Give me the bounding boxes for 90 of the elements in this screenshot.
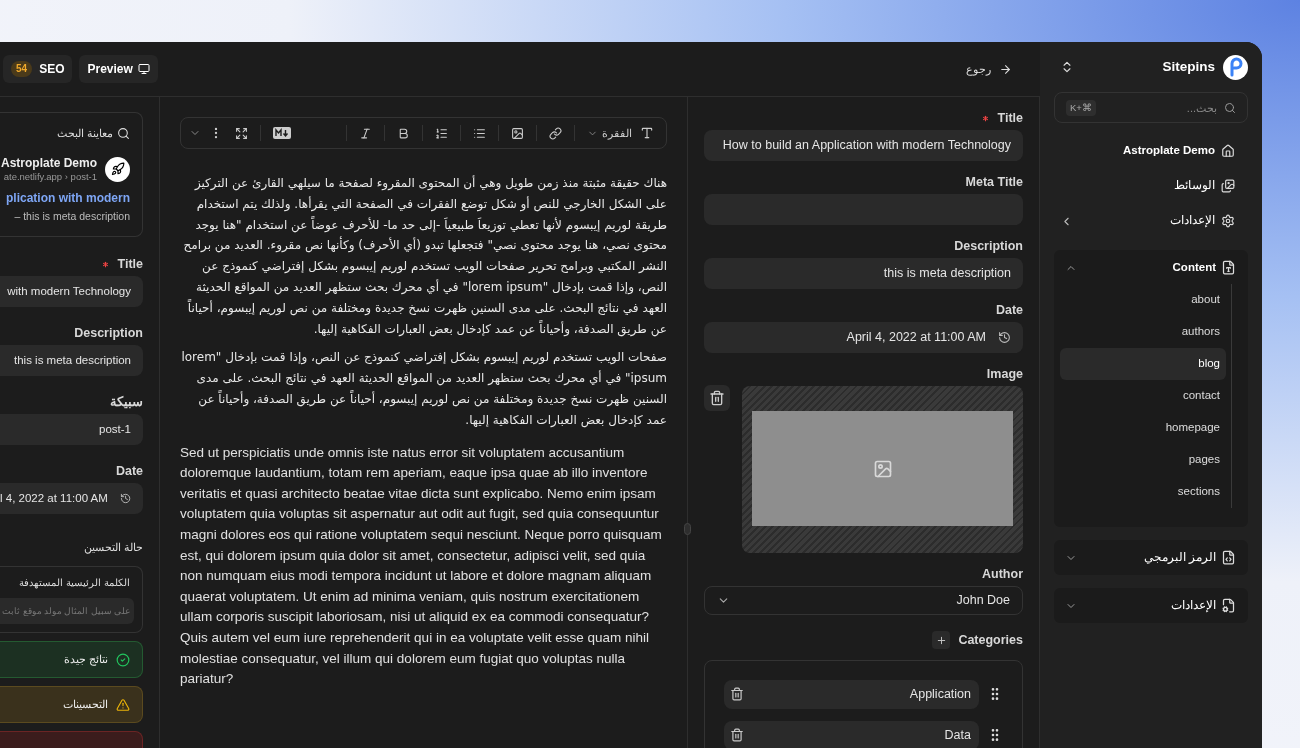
nav-item[interactable]: الإعدادات (1060, 211, 1235, 231)
image-icon (872, 458, 893, 479)
image-icon[interactable] (511, 126, 524, 140)
group-header[interactable]: الإعدادات (1060, 593, 1242, 618)
arabic-paragraph: صفحات الويب تستخدم لوريم إيبسوم بشكل إفتراضي كنموذج عن النص، وإذا قمت بإدخال "lorem ipsum" في أي محرك بحث ستظهر العديد من المواقع الحديثة العهد في نتائج البحث. على مدى السنين ظهرت نسخ جديدة ومختلفة من نص لوريم إيبسوم، أحياناً عن طريق الصدفة، وأحياناً عن عمد كإدخال بعض العبارات الفكاهية إليها. (180, 349, 667, 430)
preview-heading: معاينة البحث (56, 126, 113, 141)
field-label: سبيكة (110, 395, 143, 410)
rocket-logo-icon (105, 156, 130, 182)
shortcut-badge: K+⌘ (1066, 100, 1096, 117)
back-button[interactable]: رجوع (966, 60, 1012, 78)
content-item[interactable]: contact (1060, 380, 1226, 412)
site-url: ate.netlify.app › post-1 (3, 170, 97, 183)
file-text-icon (1221, 260, 1236, 275)
arabic-paragraph: هناك حقيقة مثبتة منذ زمن طويل وهي أن المحتوى المقروء لصفحة ما سيلهي القارئ عن التركيز على الشكل الخارجي للنص أو شكل توضع الفقرات في الصفحة التي يقرأها. ولذلك يتم استخدام طريقة لوريم إيبسوم لأنها تعطي توزيعاَ طبيعياَ -إلى حد ما- للأحرف عوضاً عن استخدام "هنا يوجد محتوى نصي، هنا يوجد محتوى نصي" فتجعلها تبدو (أي الأحرف) وكأنها نص مقروء. العديد من برامح النشر المكتبي وبرامح تحرير صفحات الويب تستخدم لوريم إيبسوم بشكل إفتراضي كنموذج عن النص، وإذا قمت بإدخال "lorem ipsum" في أي محرك بحث ستظهر العديد من المواقع الحديثة العهد في نتائج البحث. على مدى السنين ظهرت نسخ جديدة ومختلفة من نص لوريم إيبسوم، أحياناً عن طريق الصدفة، وأحياناً عن عمد كإدخال بعض العبارات الفكاهية إليها. (182, 174, 667, 339)
score-badge: 54 (11, 61, 33, 77)
field-label: Description (954, 239, 1023, 253)
text-field[interactable]: How to build an Application with modern Technology (704, 130, 1023, 161)
search-icon (1224, 102, 1236, 114)
resize-handle[interactable] (684, 523, 691, 535)
select-field[interactable]: John Doe (704, 586, 1023, 615)
trash-icon (709, 390, 725, 406)
date-field[interactable]: l 4, 2022 at 11:00 AM (0, 483, 143, 515)
required-icon (980, 113, 990, 123)
link-icon[interactable] (549, 126, 562, 140)
clock-icon (998, 331, 1011, 344)
field-label: Author (982, 567, 1023, 581)
italic-icon[interactable] (359, 126, 372, 140)
keyword-field[interactable]: على سبيل المثال مولد موقع ثابت (0, 598, 134, 624)
file-code-icon (1221, 550, 1236, 565)
numbered-list-icon[interactable] (435, 126, 448, 140)
brand-logo (1223, 54, 1248, 80)
field-label: Date (995, 303, 1023, 317)
seo-button[interactable]: 54 SEO (3, 55, 73, 83)
preview-title: plication with modern (6, 189, 130, 207)
text-field[interactable]: this is meta description (0, 345, 143, 377)
result-bar[interactable]: نتائج جيدة (0, 641, 143, 678)
images-icon (1221, 179, 1235, 193)
nav-item[interactable]: Astroplate Demo (1060, 141, 1235, 161)
body-paragraph: Sed ut perspiciatis unde omnis iste natus error sit voluptatem accusantium doloremque laudantium, totam rem aperiam, eaque ipsa quae ab illo inventore veritatis et quasi architecto beatae vitae dicta sunt explicabo. Nemo enim ipsam voluptatem quia voluptas sit aspernatur aut odit aut fugit, sed quia consequuntur magni dolores eos qui ratione voluptatem sequi nesciunt. Neque porro quisquam est, qui dolorem ipsum quia dolor sit amet, consectetur, adipisci velit, sed quia non numquam eius modi tempora incidunt ut labore et dolore magnam aliquam quaerat voluptatem. Ut enim ad minima veniam, quis nostrum exercitationem ullam corporis suscipit laboriosam, nisi ut aliquid ex ea commodi consequatur? Quis autem vel eum iure reprehenderit qui in ea voluptate velit esse quam nihil molestiae consequatur, vel illum qui dolorem eum fugiat quo voluptas nulla pariatur? (180, 443, 663, 689)
text-field[interactable]: this is meta description (704, 258, 1023, 289)
content-item[interactable]: about (1060, 284, 1226, 316)
category-item[interactable]: Application (724, 679, 979, 709)
field-label: Meta Title (965, 175, 1023, 189)
markdown-icon[interactable] (273, 127, 291, 139)
field-label: Date (115, 464, 143, 479)
image-dropzone[interactable] (742, 386, 1023, 553)
warning-icon (116, 697, 130, 712)
content-item[interactable]: homepage (1060, 412, 1226, 444)
preview-button[interactable]: Preview (79, 55, 158, 83)
settings-icon (1221, 214, 1235, 228)
bullet-list-icon[interactable] (473, 126, 486, 140)
field-label: Description (74, 326, 143, 341)
field-label: Image (986, 367, 1023, 381)
arrow-right-icon (999, 62, 1012, 76)
preview-description: – this is meta description (14, 208, 130, 224)
check-circle-icon (116, 652, 130, 667)
plus-icon (935, 634, 947, 646)
field-label: Title (117, 257, 143, 272)
content-item[interactable]: sections (1060, 476, 1226, 508)
keyword-label: الكلمة الرئيسية المستهدفة (19, 576, 131, 590)
date-field[interactable]: April 4, 2022 at 11:00 AM (704, 322, 1023, 353)
home-icon (1221, 144, 1235, 158)
monitor-icon (137, 63, 150, 75)
delete-button[interactable] (704, 385, 730, 411)
content-item[interactable]: blog (1060, 348, 1226, 380)
field-label: Title (997, 111, 1023, 125)
result-bar[interactable]: التحسينات (0, 686, 143, 723)
trash-icon[interactable] (730, 687, 744, 702)
category-item[interactable]: Data (724, 720, 979, 748)
group-header[interactable]: Content (1060, 255, 1242, 280)
nav-item[interactable]: الوسائط (1060, 176, 1235, 196)
site-name: Astroplate Demo (0, 155, 97, 170)
text-field[interactable]: post-1 (0, 414, 143, 446)
fullscreen-icon[interactable] (235, 126, 248, 140)
text-field[interactable]: with modern Technology (0, 276, 143, 308)
group-header[interactable]: الرمز البرمجي (1060, 545, 1242, 570)
paragraph-style-dropdown[interactable]: الفقرة (587, 124, 632, 142)
section-heading: حالة التحسين (83, 540, 143, 556)
bold-icon[interactable] (397, 126, 410, 140)
clock-icon (119, 492, 131, 506)
add-category-button[interactable] (932, 631, 951, 650)
file-settings-icon (1221, 598, 1236, 613)
required-icon (100, 259, 110, 269)
field-label: Categories (958, 632, 1023, 649)
text-size-icon[interactable] (640, 126, 654, 140)
trash-icon[interactable] (730, 728, 744, 743)
content-item[interactable]: authors (1060, 316, 1226, 348)
search-icon (117, 126, 130, 140)
content-item[interactable]: pages (1060, 444, 1226, 476)
brand-name: Sitepins (1162, 57, 1215, 76)
